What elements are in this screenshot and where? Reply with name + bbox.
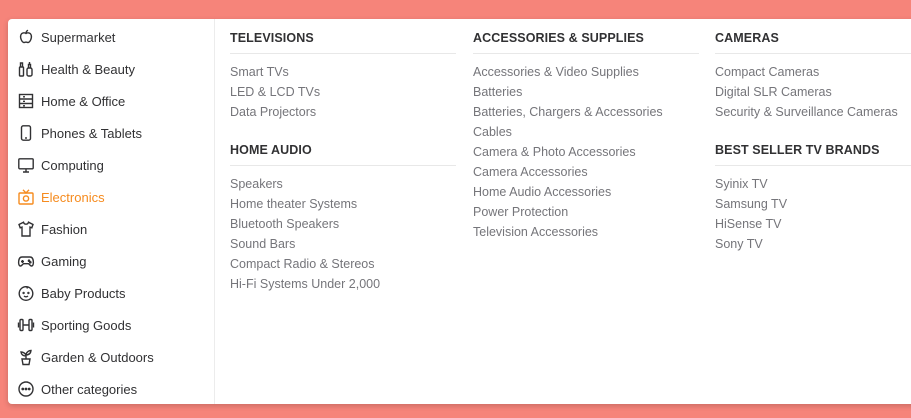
plant-icon	[17, 348, 35, 366]
sidebar-item-gaming[interactable]: Gaming	[8, 245, 214, 277]
menu-link[interactable]: HiSense TV	[715, 214, 911, 234]
sidebar-item-label: Baby Products	[41, 285, 126, 301]
category-menu-panel: Supermarket Health & Beauty Home & Offic…	[8, 19, 911, 404]
category-sidebar: Supermarket Health & Beauty Home & Offic…	[8, 19, 215, 404]
section-title-home-audio[interactable]: HOME AUDIO	[230, 133, 456, 166]
menu-link[interactable]: Batteries, Chargers & Accessories	[473, 102, 699, 122]
sidebar-item-label: Garden & Outdoors	[41, 349, 154, 365]
menu-link[interactable]: Digital SLR Cameras	[715, 82, 911, 102]
sidebar-item-computing[interactable]: Computing	[8, 149, 214, 181]
gamepad-icon	[17, 252, 35, 270]
apple-icon	[17, 28, 35, 46]
menu-link[interactable]: Data Projectors	[230, 102, 456, 122]
sidebar-item-label: Health & Beauty	[41, 61, 135, 77]
sidebar-item-electronics[interactable]: Electronics	[8, 181, 214, 213]
dumbbell-icon	[17, 316, 35, 334]
monitor-icon	[17, 156, 35, 174]
menu-column-1: TELEVISIONS Smart TVs LED & LCD TVs Data…	[230, 19, 456, 294]
baby-icon	[17, 284, 35, 302]
sidebar-item-label: Other categories	[41, 381, 138, 397]
home-office-icon	[17, 92, 35, 110]
sidebar-item-label: Supermarket	[41, 29, 116, 45]
sidebar-item-other-categories[interactable]: Other categories	[8, 373, 214, 405]
menu-link[interactable]: Speakers	[230, 174, 456, 194]
sidebar-item-label: Phones & Tablets	[41, 125, 142, 141]
menu-link[interactable]: Compact Cameras	[715, 62, 911, 82]
menu-link[interactable]: Home Audio Accessories	[473, 182, 699, 202]
sidebar-item-label: Electronics	[41, 189, 105, 205]
phone-icon	[17, 124, 35, 142]
menu-column-3: CAMERAS Compact Cameras Digital SLR Came…	[715, 19, 911, 254]
menu-link[interactable]: Bluetooth Speakers	[230, 214, 456, 234]
menu-link[interactable]: Sound Bars	[230, 234, 456, 254]
sidebar-item-sporting-goods[interactable]: Sporting Goods	[8, 309, 214, 341]
menu-link[interactable]: LED & LCD TVs	[230, 82, 456, 102]
sidebar-item-fashion[interactable]: Fashion	[8, 213, 214, 245]
menu-link[interactable]: Smart TVs	[230, 62, 456, 82]
menu-link[interactable]: Syinix TV	[715, 174, 911, 194]
menu-column-2: ACCESSORIES & SUPPLIES Accessories & Vid…	[473, 19, 699, 242]
shirt-icon	[17, 220, 35, 238]
menu-link[interactable]: Accessories & Video Supplies	[473, 62, 699, 82]
sidebar-item-home-office[interactable]: Home & Office	[8, 85, 214, 117]
sidebar-item-label: Home & Office	[41, 93, 126, 109]
menu-link[interactable]: Camera Accessories	[473, 162, 699, 182]
section-title-televisions[interactable]: TELEVISIONS	[230, 21, 456, 54]
menu-link[interactable]: Television Accessories	[473, 222, 699, 242]
tv-icon	[17, 188, 35, 206]
sidebar-item-label: Fashion	[41, 221, 88, 237]
sidebar-item-baby-products[interactable]: Baby Products	[8, 277, 214, 309]
menu-link[interactable]: Samsung TV	[715, 194, 911, 214]
sidebar-item-phones-tablets[interactable]: Phones & Tablets	[8, 117, 214, 149]
sidebar-item-garden-outdoors[interactable]: Garden & Outdoors	[8, 341, 214, 373]
menu-link[interactable]: Batteries	[473, 82, 699, 102]
menu-link[interactable]: Hi-Fi Systems Under 2,000	[230, 274, 456, 294]
section-title-accessories-supplies[interactable]: ACCESSORIES & SUPPLIES	[473, 21, 699, 54]
menu-link[interactable]: Sony TV	[715, 234, 911, 254]
sidebar-item-label: Gaming	[41, 253, 87, 269]
sidebar-item-label: Sporting Goods	[41, 317, 132, 333]
sidebar-item-supermarket[interactable]: Supermarket	[8, 21, 214, 53]
more-icon	[17, 380, 35, 398]
menu-link[interactable]: Compact Radio & Stereos	[230, 254, 456, 274]
sidebar-item-health-beauty[interactable]: Health & Beauty	[8, 53, 214, 85]
section-title-best-seller-tv-brands[interactable]: BEST SELLER TV BRANDS	[715, 133, 911, 166]
menu-link[interactable]: Camera & Photo Accessories	[473, 142, 699, 162]
menu-link[interactable]: Cables	[473, 122, 699, 142]
menu-link[interactable]: Security & Surveillance Cameras	[715, 102, 911, 122]
menu-link[interactable]: Home theater Systems	[230, 194, 456, 214]
menu-link[interactable]: Power Protection	[473, 202, 699, 222]
section-title-cameras[interactable]: CAMERAS	[715, 21, 911, 54]
sidebar-item-label: Computing	[41, 157, 104, 173]
health-beauty-icon	[17, 60, 35, 78]
